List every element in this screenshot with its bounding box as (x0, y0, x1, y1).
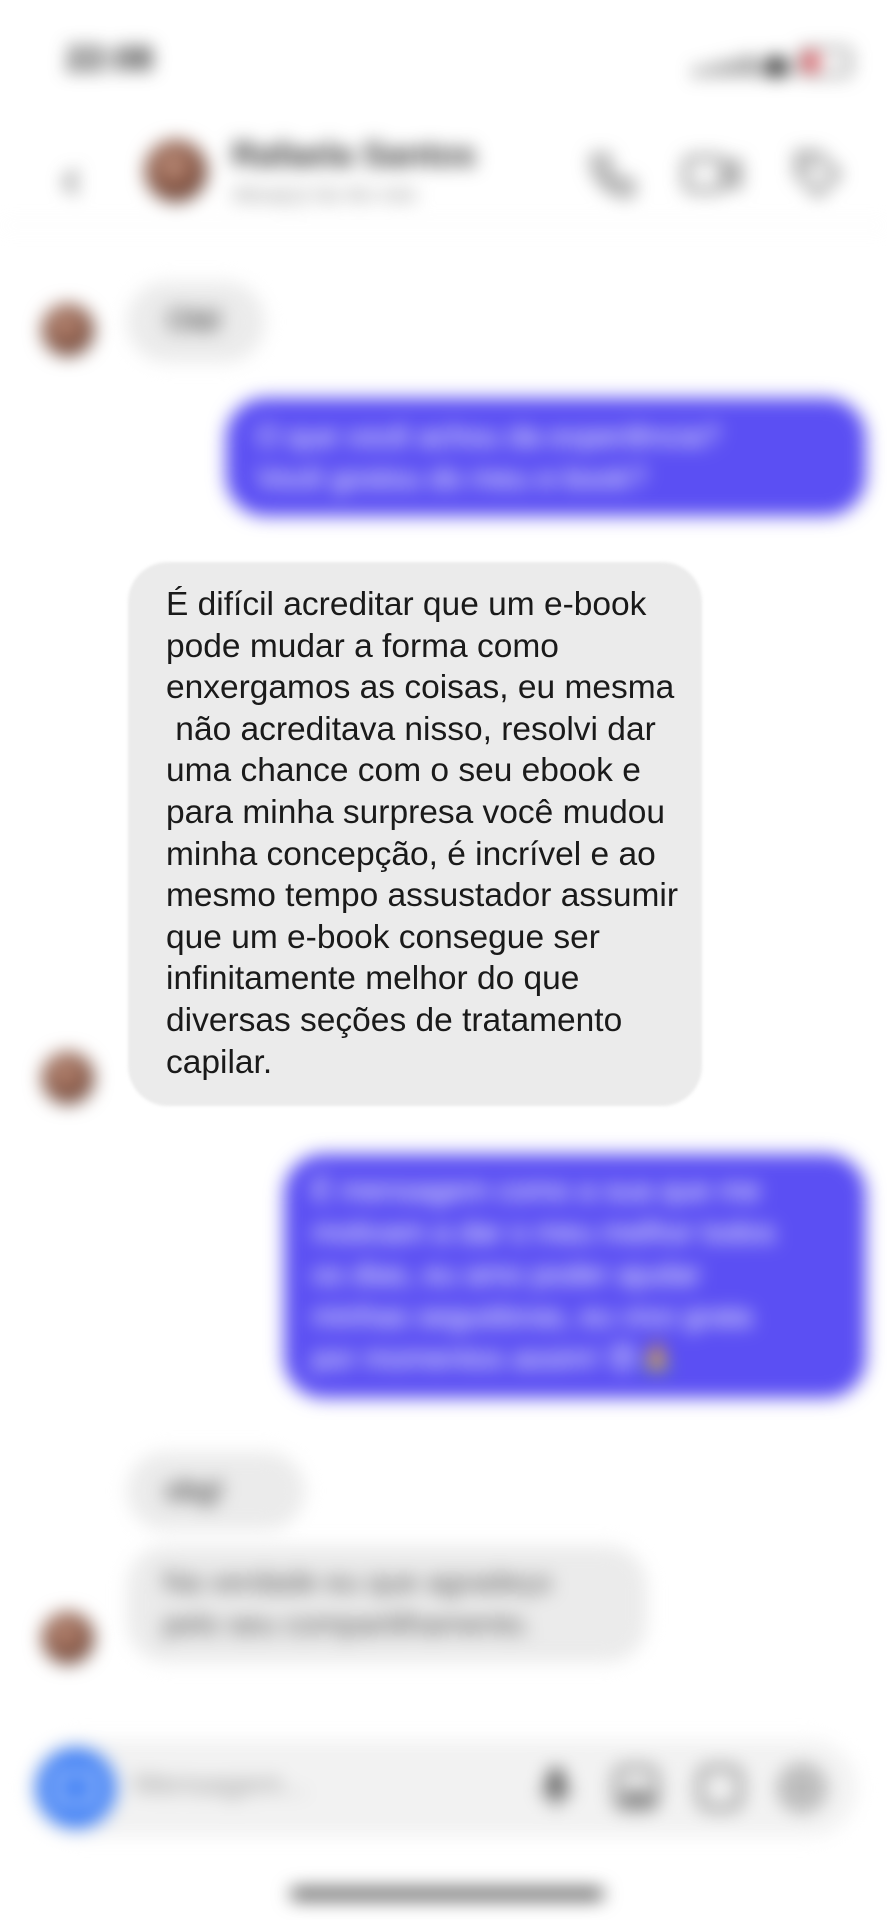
sticker-icon[interactable] (694, 1762, 746, 1814)
message-text: obg! (165, 1474, 224, 1507)
message-line: que um e-book consegue ser (166, 918, 600, 956)
mic-icon[interactable] (530, 1762, 582, 1814)
status-icons (695, 48, 851, 76)
avatar[interactable] (42, 1612, 94, 1664)
message-line: para minha surpresa você mudou (166, 793, 666, 831)
signal-icon (729, 60, 736, 76)
video-icon[interactable] (682, 148, 744, 200)
phone-icon[interactable] (586, 148, 638, 200)
message-input[interactable]: Mensagem... (134, 1768, 307, 1802)
message-line: Você gostou do meu e-book? (256, 462, 647, 495)
contact-name[interactable]: Rafaela Santos (232, 136, 476, 175)
camera-button[interactable] (36, 1748, 116, 1828)
home-indicator[interactable] (290, 1888, 604, 1900)
message-composer: Mensagem... (30, 1740, 857, 1836)
message-line: mesmo tempo assustador assumir (166, 877, 678, 915)
chat-header: ‹ Rafaela Santos Ativa(o) há 4m min (0, 120, 887, 226)
message-text: Olá! (167, 304, 223, 337)
message-line: minha concepção, é incrível e ao (166, 835, 656, 873)
avatar[interactable] (42, 1052, 94, 1104)
battery-icon (799, 48, 851, 76)
message-bubble-incoming[interactable]: Na verdade eu que agradeço pelo seu comp… (127, 1546, 647, 1662)
status-bar: 22:08 (0, 0, 887, 120)
message-bubble-outgoing[interactable]: É mensagem como a sua que me motivam a d… (284, 1154, 866, 1398)
message-line: O que você achou da experiência? (256, 420, 720, 453)
plus-icon[interactable] (776, 1762, 828, 1814)
message-bubble-outgoing[interactable]: O que você achou da experiência? Você go… (226, 398, 866, 516)
message-line: motivam a dar o meu melhor todos (312, 1216, 776, 1249)
message-line: pode mudar a forma como (166, 627, 559, 665)
message-line: uma chance com o seu ebook e (166, 752, 641, 790)
avatar[interactable] (42, 304, 94, 356)
status-time: 22:08 (66, 40, 153, 78)
message-line: capilar. (166, 1043, 273, 1081)
message-line: diversas seções de tratamento (166, 1001, 623, 1039)
signal-icon (712, 64, 719, 76)
message-line: os dias, eu amo poder ajudar (312, 1258, 701, 1291)
signal-icon (746, 56, 753, 76)
message-bubble-incoming[interactable]: obg! (127, 1452, 305, 1530)
message-line: Na verdade eu que agradeço (163, 1566, 552, 1599)
message-line: não acreditava nisso, resolvi dar (166, 710, 656, 748)
message-line: infinitamente melhor do que (166, 960, 580, 998)
message-line: enxergamos as coisas, eu mesma (166, 669, 675, 707)
message-line: minhas seguidoras, eu vivo grata (312, 1300, 753, 1333)
signal-icon (695, 68, 702, 76)
message-line: por momentos assim! 😍🙏 (312, 1342, 676, 1375)
message-line: É mensagem como a sua que me (312, 1174, 761, 1207)
contact-status: Ativa(o) há 4m min (232, 182, 417, 207)
gallery-icon[interactable] (610, 1762, 662, 1814)
chat-screen: 22:08 ‹ Rafaela Santos Ativa(o) há 4m mi… (0, 0, 887, 1920)
camera-icon (55, 1771, 97, 1805)
wifi-icon (763, 56, 789, 76)
message-text-main: É difícil acreditar que um e-book pode m… (166, 584, 706, 1083)
tag-icon[interactable] (792, 148, 844, 200)
message-bubble-incoming[interactable]: Olá! (127, 282, 265, 362)
message-line: pelo seu compartilhamento. (163, 1608, 532, 1641)
avatar[interactable] (145, 140, 207, 202)
message-line: É difícil acreditar que um e-book (166, 586, 647, 623)
chevron-left-icon[interactable]: ‹ (62, 150, 81, 206)
